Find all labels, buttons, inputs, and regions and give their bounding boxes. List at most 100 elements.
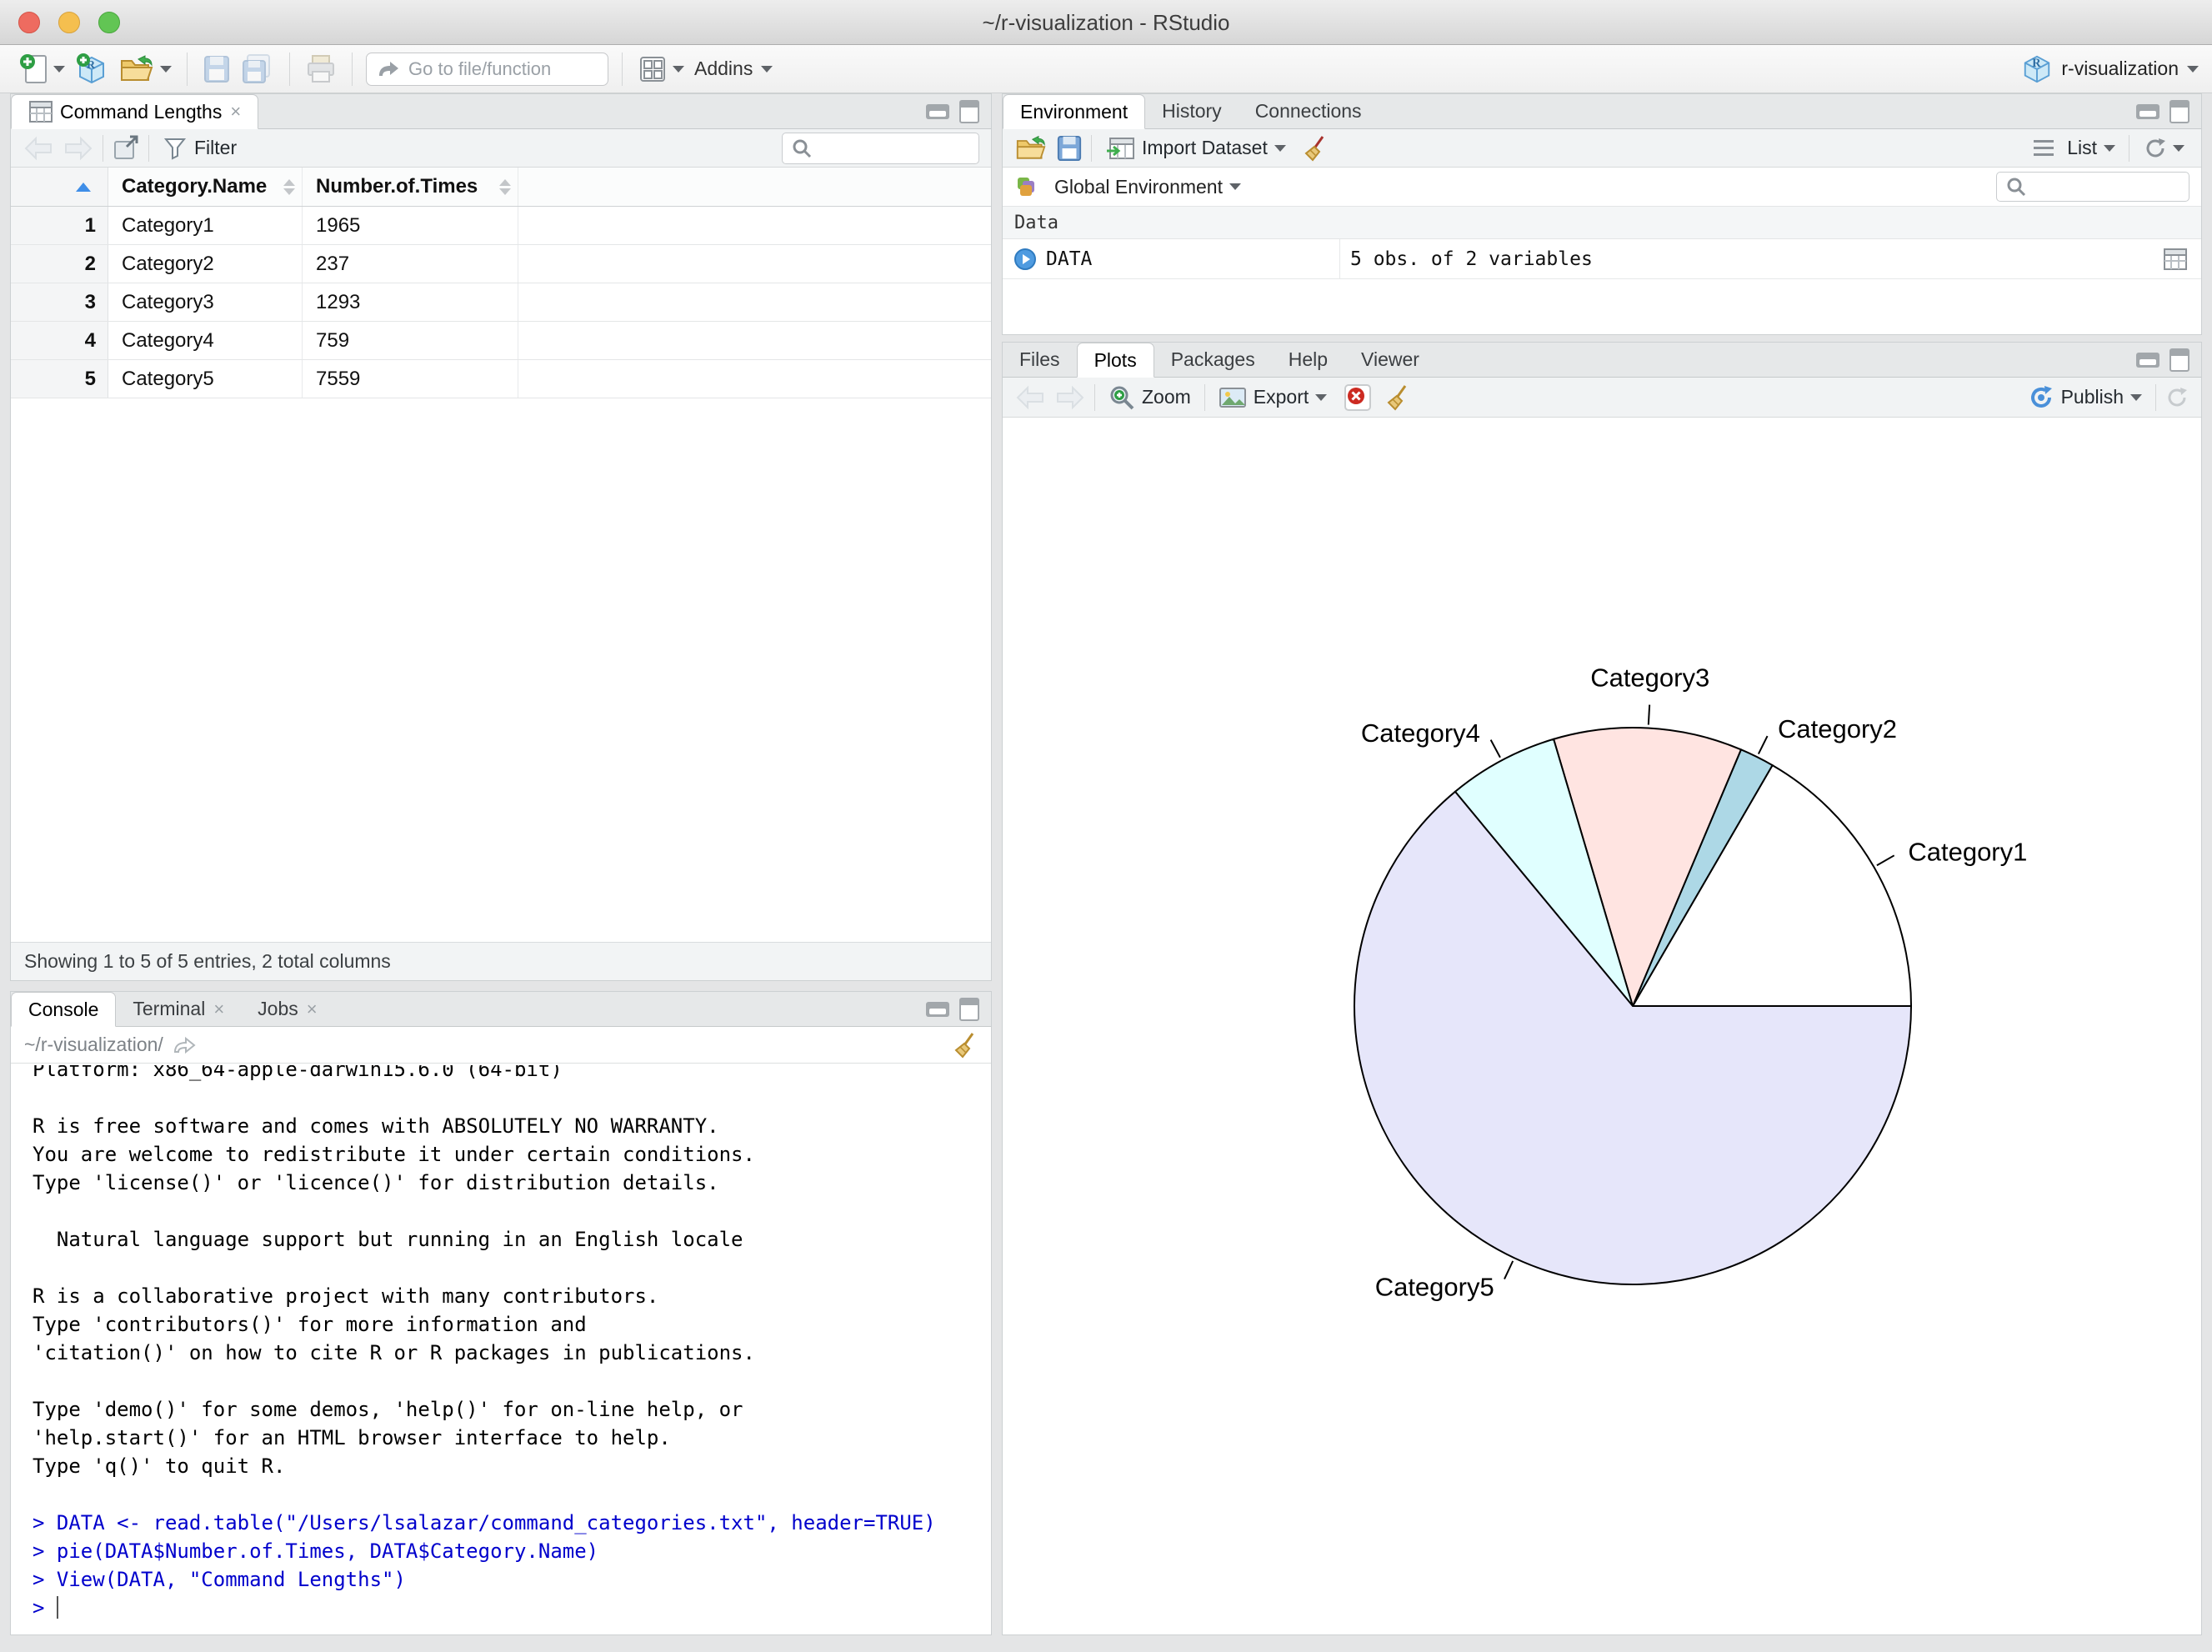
next-plot-icon[interactable] xyxy=(1053,384,1086,411)
viewer-search-input[interactable] xyxy=(782,132,979,164)
new-project-button[interactable]: R xyxy=(70,49,113,89)
table-cell: 1965 xyxy=(303,207,518,244)
goto-file-placeholder: Go to file/function xyxy=(408,58,552,79)
clear-console-broom-icon[interactable] xyxy=(953,1032,978,1059)
plot-canvas: Category1 Category2 Category3 Category4 Cate… xyxy=(1003,418,2201,1634)
tab-label: Packages xyxy=(1170,348,1255,370)
text-cursor xyxy=(56,1596,58,1619)
tab-connections[interactable]: Connections xyxy=(1239,94,1379,128)
open-file-button[interactable] xyxy=(113,49,177,89)
table-row: 5 Category5 7559 xyxy=(11,360,991,398)
close-icon[interactable]: × xyxy=(213,999,224,1020)
filter-button[interactable]: Filter xyxy=(158,133,242,164)
new-project-icon: R xyxy=(77,53,104,83)
tab-viewer[interactable]: Viewer xyxy=(1344,343,1436,377)
zoom-label: Zoom xyxy=(1142,386,1191,408)
zoom-plot-button[interactable]: Zoom xyxy=(1103,381,1196,414)
print-button[interactable] xyxy=(300,50,342,88)
save-all-button[interactable] xyxy=(236,50,279,88)
list-view-button[interactable]: List xyxy=(2029,133,2120,163)
maximize-pane-icon[interactable] xyxy=(2169,99,2189,123)
goto-file-input[interactable]: Go to file/function xyxy=(366,52,608,86)
table-cell: 5 xyxy=(11,360,108,398)
view-dataframe-grid-icon[interactable] xyxy=(2163,248,2188,271)
column-header-category-name[interactable]: Category.Name xyxy=(108,168,303,206)
import-dataset-icon xyxy=(1107,137,1134,159)
clear-all-plots-broom-icon[interactable] xyxy=(1385,384,1410,411)
table-cell: 7559 xyxy=(303,360,518,398)
refresh-plot-icon[interactable] xyxy=(2164,385,2189,410)
environment-search-input[interactable] xyxy=(1996,172,2189,202)
save-button[interactable] xyxy=(198,51,236,88)
new-file-button[interactable] xyxy=(13,49,70,89)
minimize-pane-icon[interactable] xyxy=(2136,352,2159,368)
plots-pane: Files Plots Packages Help Viewer Zoom Ex… xyxy=(1002,342,2202,1635)
clear-environment-broom-icon[interactable] xyxy=(1303,135,1328,162)
sort-toggle-icon xyxy=(499,178,511,195)
forward-icon[interactable] xyxy=(61,135,94,162)
table-row: 4 Category4 759 xyxy=(11,322,991,360)
console-tabbar: Console Terminal × Jobs × xyxy=(11,992,991,1027)
zoom-window-icon[interactable] xyxy=(98,12,120,33)
load-workspace-folder-icon[interactable] xyxy=(1014,133,1048,163)
remove-plot-icon[interactable] xyxy=(1344,383,1372,412)
environment-object-row[interactable]: DATA 5 obs. of 2 variables xyxy=(1003,239,2201,279)
table-row: 3 Category3 1293 xyxy=(11,283,991,322)
refresh-environment-button[interactable] xyxy=(2138,133,2189,164)
export-plot-button[interactable]: Export xyxy=(1214,382,1332,413)
environment-scope-selector[interactable]: Global Environment xyxy=(1049,173,1246,202)
tab-command-lengths[interactable]: Command Lengths × xyxy=(11,94,259,129)
minimize-pane-icon[interactable] xyxy=(926,103,949,119)
minimize-pane-icon[interactable] xyxy=(926,1001,949,1017)
previous-plot-icon[interactable] xyxy=(1014,384,1048,411)
back-icon[interactable] xyxy=(23,135,56,162)
close-icon[interactable]: × xyxy=(230,101,241,123)
import-dataset-button[interactable]: Import Dataset xyxy=(1100,133,1291,164)
tab-help[interactable]: Help xyxy=(1272,343,1344,377)
tab-files[interactable]: Files xyxy=(1003,343,1077,377)
tab-jobs[interactable]: Jobs × xyxy=(241,992,333,1026)
console-output[interactable]: Platform: x86_64-apple-darwin15.6.0 (64-… xyxy=(11,1065,991,1634)
chevron-down-icon xyxy=(2187,65,2199,73)
maximize-pane-icon[interactable] xyxy=(2169,348,2189,372)
column-label: Number.of.Times xyxy=(316,175,478,198)
tab-terminal[interactable]: Terminal × xyxy=(116,992,241,1026)
minimize-pane-icon[interactable] xyxy=(2136,103,2159,119)
panes-button[interactable] xyxy=(633,51,689,88)
table-cell: 1293 xyxy=(303,283,518,321)
toolbar-separator xyxy=(187,52,188,86)
close-window-icon[interactable] xyxy=(18,12,40,33)
pie-label: Category5 xyxy=(1375,1273,1494,1302)
environment-section-header: Data xyxy=(1003,206,2201,239)
tab-environment[interactable]: Environment xyxy=(1003,94,1146,129)
publish-button[interactable]: Publish xyxy=(2023,381,2147,414)
tab-plots[interactable]: Plots xyxy=(1076,343,1154,378)
expand-object-play-icon[interactable] xyxy=(1013,247,1038,272)
chevron-down-icon xyxy=(1274,144,1286,152)
toolbar-separator xyxy=(1204,383,1205,411)
search-icon xyxy=(793,139,812,158)
maximize-pane-icon[interactable] xyxy=(959,99,979,123)
minimize-window-icon[interactable] xyxy=(58,12,80,33)
chevron-down-icon xyxy=(53,65,65,73)
maximize-pane-icon[interactable] xyxy=(959,997,979,1021)
pie-label-tick xyxy=(1876,854,1895,867)
open-in-new-window-icon[interactable] xyxy=(112,135,140,162)
row-index-header[interactable] xyxy=(11,168,108,206)
addins-button[interactable]: Addins xyxy=(689,54,778,83)
tab-console[interactable]: Console xyxy=(11,992,117,1027)
table-cell: 237 xyxy=(303,245,518,283)
console-pane: Console Terminal × Jobs × ~/r-visualizatio… xyxy=(10,991,992,1635)
save-workspace-icon[interactable] xyxy=(1056,134,1083,163)
save-icon xyxy=(204,55,229,83)
plots-tabbar: Files Plots Packages Help Viewer xyxy=(1003,343,2201,378)
tab-history[interactable]: History xyxy=(1145,94,1239,128)
data-grid-icon xyxy=(29,101,53,123)
goto-directory-arrow-icon[interactable] xyxy=(172,1035,197,1055)
column-header-number-of-times[interactable]: Number.of.Times xyxy=(303,168,518,206)
project-menu-button[interactable]: R r-visualization xyxy=(2021,53,2199,85)
close-icon[interactable]: × xyxy=(307,999,318,1020)
console-prompt[interactable]: > xyxy=(33,1594,991,1622)
tab-packages[interactable]: Packages xyxy=(1154,343,1272,377)
filter-label: Filter xyxy=(194,137,238,158)
